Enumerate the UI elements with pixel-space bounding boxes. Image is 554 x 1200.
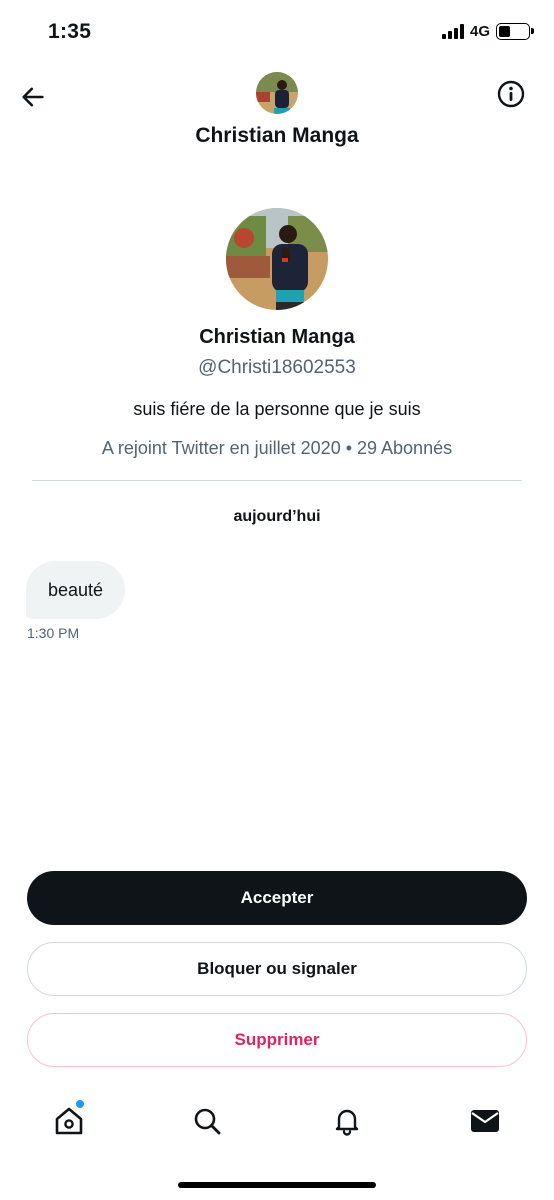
block-or-report-button[interactable]: Bloquer ou signaler <box>27 942 527 996</box>
bell-icon <box>335 1109 359 1136</box>
notification-dot <box>76 1100 84 1108</box>
conversation-header: Christian Manga <box>0 66 554 166</box>
info-button[interactable] <box>496 79 526 109</box>
divider <box>32 480 522 481</box>
tab-bar <box>0 1090 554 1154</box>
date-separator: aujourd’hui <box>233 508 321 525</box>
search-icon <box>194 1108 221 1135</box>
status-indicators: 4G <box>441 23 534 40</box>
signal-icon <box>441 24 464 39</box>
delete-button[interactable]: Supprimer <box>27 1013 527 1067</box>
home-indicator <box>178 1182 376 1188</box>
profile-bio: suis fiére de la personne que je suis <box>133 399 421 419</box>
profile-name: Christian Manga <box>199 326 355 348</box>
profile-meta: A rejoint Twitter en juillet 2020 • 29 A… <box>101 438 453 458</box>
header-title: Christian Manga <box>195 124 359 147</box>
profile-summary: Christian Manga @Christi18602553 suis fi… <box>0 208 554 459</box>
home-icon <box>55 1107 83 1135</box>
status-bar: 1:35 4G <box>0 0 554 66</box>
arrow-left-icon <box>22 87 44 107</box>
header-avatar[interactable] <box>256 72 298 114</box>
tab-search[interactable] <box>190 1104 224 1138</box>
profile-avatar[interactable] <box>226 208 328 310</box>
tab-messages[interactable] <box>468 1104 502 1138</box>
mail-icon <box>471 1110 499 1132</box>
message-text: beauté <box>48 579 104 600</box>
status-time: 1:35 <box>48 20 92 43</box>
back-button[interactable] <box>18 82 48 112</box>
accept-button[interactable]: Accepter <box>27 871 527 925</box>
network-label: 4G <box>469 23 490 40</box>
profile-handle: @Christi18602553 <box>198 357 356 378</box>
tab-notifications[interactable] <box>330 1104 364 1138</box>
info-icon <box>497 80 525 108</box>
battery-icon <box>496 23 534 40</box>
message-bubble[interactable]: beauté <box>26 561 126 619</box>
tab-home[interactable] <box>52 1100 86 1138</box>
message-timestamp: 1:30 PM <box>27 625 80 641</box>
